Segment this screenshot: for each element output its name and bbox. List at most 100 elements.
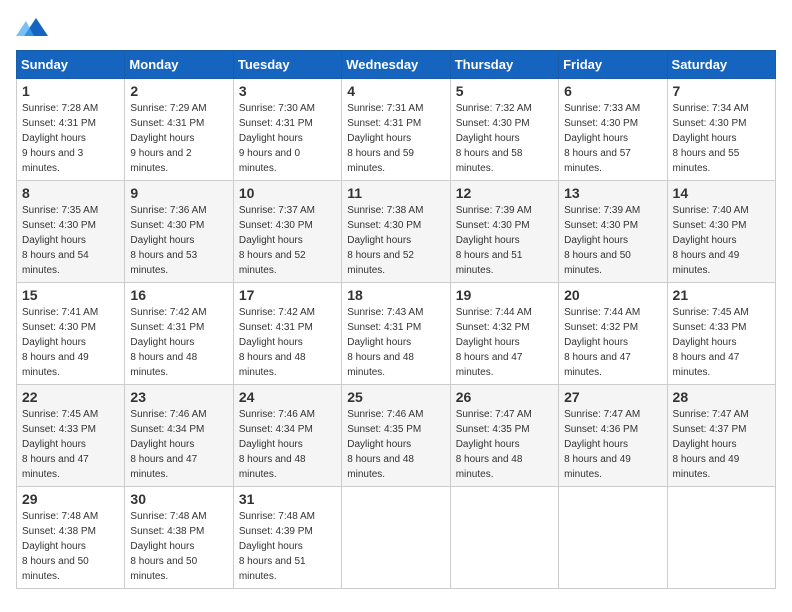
- calendar-cell: [559, 487, 667, 589]
- weekday-header: Friday: [559, 51, 667, 79]
- sunset-label: Sunset: 4:30 PM: [347, 220, 421, 231]
- day-info: Sunrise: 7:35 AM Sunset: 4:30 PM Dayligh…: [22, 203, 119, 278]
- daylight-label: Daylight hours: [456, 133, 520, 144]
- daylight-label: Daylight hours: [22, 133, 86, 144]
- daylight-label: Daylight hours: [456, 337, 520, 348]
- daylight-label: Daylight hours: [673, 439, 737, 450]
- day-info: Sunrise: 7:47 AM Sunset: 4:36 PM Dayligh…: [564, 407, 661, 482]
- sunset-label: Sunset: 4:30 PM: [456, 118, 530, 129]
- day-info: Sunrise: 7:48 AM Sunset: 4:39 PM Dayligh…: [239, 509, 336, 584]
- sunset-label: Sunset: 4:34 PM: [130, 424, 204, 435]
- day-info: Sunrise: 7:43 AM Sunset: 4:31 PM Dayligh…: [347, 305, 444, 380]
- sunset-label: Sunset: 4:32 PM: [564, 322, 638, 333]
- day-number: 6: [564, 83, 661, 99]
- calendar-cell: 2 Sunrise: 7:29 AM Sunset: 4:31 PM Dayli…: [125, 79, 233, 181]
- daylight-value: 8 hours and 48 minutes.: [456, 454, 523, 480]
- sunset-label: Sunset: 4:37 PM: [673, 424, 747, 435]
- sunset-label: Sunset: 4:31 PM: [130, 118, 204, 129]
- sunset-label: Sunset: 4:32 PM: [456, 322, 530, 333]
- day-info: Sunrise: 7:29 AM Sunset: 4:31 PM Dayligh…: [130, 101, 227, 176]
- calendar-cell: 29 Sunrise: 7:48 AM Sunset: 4:38 PM Dayl…: [17, 487, 125, 589]
- daylight-label: Daylight hours: [564, 133, 628, 144]
- daylight-value: 8 hours and 52 minutes.: [239, 250, 306, 276]
- daylight-value: 8 hours and 49 minutes.: [673, 250, 740, 276]
- day-info: Sunrise: 7:39 AM Sunset: 4:30 PM Dayligh…: [564, 203, 661, 278]
- daylight-value: 9 hours and 3 minutes.: [22, 148, 83, 174]
- page-header: [16, 16, 776, 38]
- day-info: Sunrise: 7:31 AM Sunset: 4:31 PM Dayligh…: [347, 101, 444, 176]
- daylight-label: Daylight hours: [130, 541, 194, 552]
- daylight-label: Daylight hours: [22, 439, 86, 450]
- daylight-value: 8 hours and 47 minutes.: [22, 454, 89, 480]
- day-info: Sunrise: 7:32 AM Sunset: 4:30 PM Dayligh…: [456, 101, 553, 176]
- calendar-cell: 1 Sunrise: 7:28 AM Sunset: 4:31 PM Dayli…: [17, 79, 125, 181]
- day-info: Sunrise: 7:45 AM Sunset: 4:33 PM Dayligh…: [22, 407, 119, 482]
- day-number: 27: [564, 389, 661, 405]
- sunrise-label: Sunrise: 7:42 AM: [239, 307, 315, 318]
- sunrise-label: Sunrise: 7:47 AM: [564, 409, 640, 420]
- sunset-label: Sunset: 4:31 PM: [347, 118, 421, 129]
- sunset-label: Sunset: 4:35 PM: [347, 424, 421, 435]
- sunrise-label: Sunrise: 7:37 AM: [239, 205, 315, 216]
- day-info: Sunrise: 7:42 AM Sunset: 4:31 PM Dayligh…: [239, 305, 336, 380]
- daylight-label: Daylight hours: [239, 541, 303, 552]
- day-info: Sunrise: 7:46 AM Sunset: 4:34 PM Dayligh…: [239, 407, 336, 482]
- sunrise-label: Sunrise: 7:35 AM: [22, 205, 98, 216]
- day-number: 2: [130, 83, 227, 99]
- calendar-cell: 25 Sunrise: 7:46 AM Sunset: 4:35 PM Dayl…: [342, 385, 450, 487]
- day-number: 25: [347, 389, 444, 405]
- sunrise-label: Sunrise: 7:42 AM: [130, 307, 206, 318]
- daylight-value: 8 hours and 52 minutes.: [347, 250, 414, 276]
- sunset-label: Sunset: 4:31 PM: [239, 322, 313, 333]
- sunset-label: Sunset: 4:38 PM: [130, 526, 204, 537]
- calendar-table: SundayMondayTuesdayWednesdayThursdayFrid…: [16, 50, 776, 589]
- logo-icon: [16, 16, 48, 38]
- calendar-cell: 6 Sunrise: 7:33 AM Sunset: 4:30 PM Dayli…: [559, 79, 667, 181]
- calendar-cell: 7 Sunrise: 7:34 AM Sunset: 4:30 PM Dayli…: [667, 79, 775, 181]
- day-number: 17: [239, 287, 336, 303]
- day-number: 21: [673, 287, 770, 303]
- daylight-value: 9 hours and 2 minutes.: [130, 148, 191, 174]
- sunset-label: Sunset: 4:33 PM: [673, 322, 747, 333]
- calendar-cell: [342, 487, 450, 589]
- calendar-cell: 24 Sunrise: 7:46 AM Sunset: 4:34 PM Dayl…: [233, 385, 341, 487]
- sunrise-label: Sunrise: 7:31 AM: [347, 103, 423, 114]
- sunrise-label: Sunrise: 7:48 AM: [130, 511, 206, 522]
- sunrise-label: Sunrise: 7:41 AM: [22, 307, 98, 318]
- daylight-value: 8 hours and 47 minutes.: [130, 454, 197, 480]
- daylight-label: Daylight hours: [564, 337, 628, 348]
- daylight-value: 8 hours and 47 minutes.: [564, 352, 631, 378]
- calendar-cell: 8 Sunrise: 7:35 AM Sunset: 4:30 PM Dayli…: [17, 181, 125, 283]
- sunrise-label: Sunrise: 7:39 AM: [456, 205, 532, 216]
- calendar-cell: 3 Sunrise: 7:30 AM Sunset: 4:31 PM Dayli…: [233, 79, 341, 181]
- calendar-cell: [450, 487, 558, 589]
- sunrise-label: Sunrise: 7:45 AM: [22, 409, 98, 420]
- daylight-label: Daylight hours: [239, 337, 303, 348]
- calendar-cell: 16 Sunrise: 7:42 AM Sunset: 4:31 PM Dayl…: [125, 283, 233, 385]
- sunset-label: Sunset: 4:31 PM: [239, 118, 313, 129]
- daylight-label: Daylight hours: [673, 133, 737, 144]
- calendar-cell: 30 Sunrise: 7:48 AM Sunset: 4:38 PM Dayl…: [125, 487, 233, 589]
- logo: [16, 16, 48, 38]
- weekday-header-row: SundayMondayTuesdayWednesdayThursdayFrid…: [17, 51, 776, 79]
- sunrise-label: Sunrise: 7:45 AM: [673, 307, 749, 318]
- sunrise-label: Sunrise: 7:39 AM: [564, 205, 640, 216]
- calendar-week-row: 1 Sunrise: 7:28 AM Sunset: 4:31 PM Dayli…: [17, 79, 776, 181]
- sunrise-label: Sunrise: 7:48 AM: [22, 511, 98, 522]
- sunset-label: Sunset: 4:30 PM: [564, 118, 638, 129]
- daylight-value: 8 hours and 55 minutes.: [673, 148, 740, 174]
- daylight-value: 8 hours and 57 minutes.: [564, 148, 631, 174]
- sunrise-label: Sunrise: 7:28 AM: [22, 103, 98, 114]
- daylight-value: 8 hours and 48 minutes.: [239, 454, 306, 480]
- daylight-label: Daylight hours: [347, 439, 411, 450]
- day-info: Sunrise: 7:47 AM Sunset: 4:37 PM Dayligh…: [673, 407, 770, 482]
- daylight-label: Daylight hours: [456, 235, 520, 246]
- daylight-value: 8 hours and 47 minutes.: [673, 352, 740, 378]
- sunrise-label: Sunrise: 7:40 AM: [673, 205, 749, 216]
- sunset-label: Sunset: 4:35 PM: [456, 424, 530, 435]
- sunset-label: Sunset: 4:30 PM: [456, 220, 530, 231]
- day-number: 18: [347, 287, 444, 303]
- day-info: Sunrise: 7:36 AM Sunset: 4:30 PM Dayligh…: [130, 203, 227, 278]
- daylight-label: Daylight hours: [347, 235, 411, 246]
- day-number: 30: [130, 491, 227, 507]
